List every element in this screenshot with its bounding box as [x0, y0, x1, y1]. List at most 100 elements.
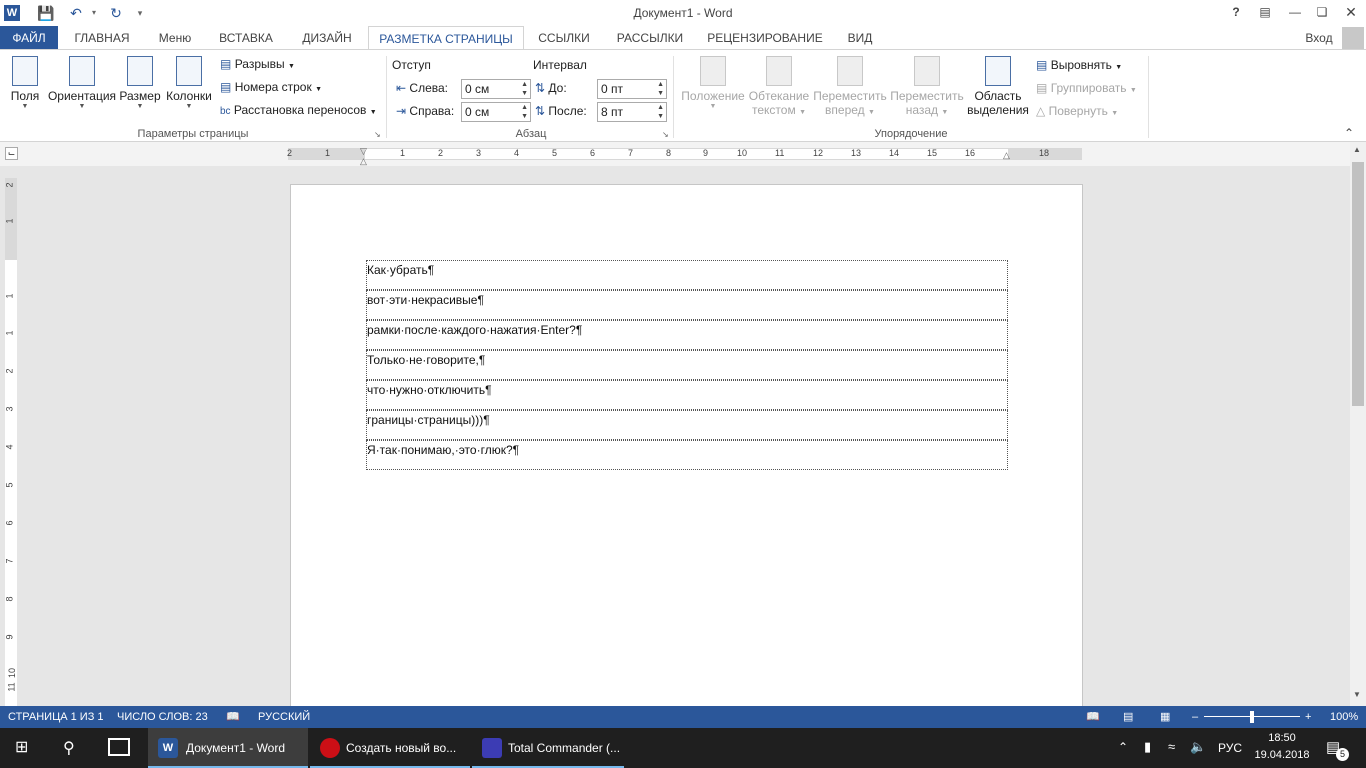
tab-selector-icon[interactable]: ⌙	[5, 147, 18, 160]
restore-button[interactable]: ❏	[1307, 0, 1337, 26]
align-button[interactable]: ▤ Выровнять ▼	[1036, 58, 1122, 72]
selection-pane-button[interactable]: Область выделения	[966, 56, 1030, 117]
ribbon-display-options-icon[interactable]: ▤	[1250, 0, 1280, 26]
tab-design[interactable]: ДИЗАЙН	[292, 26, 362, 50]
show-hidden-icons-icon[interactable]: ⌃	[1118, 740, 1128, 754]
paragraph[interactable]: рамки·после·каждого·нажатия·Enter?¶	[366, 320, 1008, 350]
horizontal-ruler[interactable]: 2 1 1 2 3 4 5 6 7 8 9 10 11 12 13 14 15 …	[287, 146, 1082, 166]
notification-badge: 5	[1336, 748, 1349, 761]
spacing-after-icon: ⇅	[535, 104, 546, 118]
avatar[interactable]	[1342, 27, 1364, 49]
word-app-icon: W	[158, 738, 178, 758]
spinner-arrows-icon[interactable]: ▲ ▼	[521, 103, 528, 121]
proofing-icon[interactable]: 📖	[226, 706, 240, 728]
vertical-ruler[interactable]: 2 1 1 1 2 3 4 5 6 7 8 9 10 11	[5, 178, 17, 706]
position-icon	[700, 56, 726, 86]
print-layout-icon[interactable]: ▤	[1123, 706, 1133, 728]
volume-icon[interactable]: 🔈	[1190, 739, 1206, 755]
close-button[interactable]: ✕	[1336, 0, 1366, 26]
total-commander-app-icon	[482, 738, 502, 758]
tab-insert[interactable]: ВСТАВКА	[210, 26, 282, 50]
chevron-down-icon: ▼	[315, 86, 323, 93]
tab-home[interactable]: ГЛАВНАЯ	[62, 26, 142, 50]
spacing-after-label: ⇅ После:	[535, 104, 587, 118]
breaks-button[interactable]: ▤ Разрывы ▼	[220, 57, 295, 71]
chevron-down-icon: ▼	[1115, 64, 1123, 71]
tab-view[interactable]: ВИД	[836, 26, 884, 50]
spinner-arrows-icon[interactable]: ▲ ▼	[521, 80, 528, 98]
spacing-before-input[interactable]: 0 пт ▲ ▼	[597, 79, 667, 99]
minimize-button[interactable]: —	[1280, 0, 1310, 26]
spacing-after-input[interactable]: 8 пт ▲ ▼	[597, 102, 667, 122]
right-indent-icon[interactable]: △	[1003, 150, 1010, 161]
language-indicator[interactable]: РУССКИЙ	[258, 706, 310, 728]
taskbar-app-word[interactable]: W Документ1 - Word	[148, 728, 308, 768]
paragraph[interactable]: что·нужно·отключить¶	[366, 380, 1008, 410]
indent-left-input[interactable]: 0 см ▲ ▼	[461, 79, 531, 99]
paragraph[interactable]: Только·не·говорите,¶	[366, 350, 1008, 380]
page-count[interactable]: СТРАНИЦА 1 ИЗ 1	[8, 706, 104, 728]
group-button[interactable]: ▤ Группировать ▼	[1036, 81, 1137, 95]
zoom-out-icon[interactable]: –	[1192, 706, 1198, 728]
chevron-down-icon: ▼	[1111, 110, 1119, 117]
tab-page-layout[interactable]: РАЗМЕТКА СТРАНИЦЫ	[368, 26, 524, 50]
spinner-arrows-icon[interactable]: ▲ ▼	[657, 80, 664, 98]
windows-start-icon[interactable]: ⊞	[15, 740, 33, 756]
tab-review[interactable]: РЕЦЕНЗИРОВАНИЕ	[700, 26, 830, 50]
dialog-launcher-icon[interactable]: ↘	[662, 130, 669, 139]
columns-button[interactable]: Колонки ▼	[163, 56, 215, 110]
send-backward-button[interactable]: Переместить назад ▼	[888, 56, 966, 117]
paragraph[interactable]: Я·так·понимаю,·это·глюк?¶	[366, 440, 1008, 470]
group-icon: ▤	[1036, 81, 1048, 95]
rotate-button[interactable]: △ Повернуть ▼	[1036, 104, 1118, 118]
clock-time[interactable]: 18:50	[1254, 732, 1310, 744]
line-numbers-button[interactable]: ▤ Номера строк ▼	[220, 80, 322, 94]
scroll-down-icon[interactable]: ▼	[1353, 690, 1361, 699]
scrollbar-thumb[interactable]	[1352, 162, 1364, 406]
help-button[interactable]: ?	[1221, 0, 1251, 26]
web-layout-icon[interactable]: ▦	[1160, 706, 1170, 728]
word-count[interactable]: ЧИСЛО СЛОВ: 23	[117, 706, 208, 728]
collapse-ribbon-icon[interactable]: ⌃	[1344, 126, 1354, 140]
battery-icon[interactable]: ▮	[1144, 739, 1151, 755]
tab-references[interactable]: ССЫЛКИ	[530, 26, 598, 50]
network-icon[interactable]: ≈	[1168, 739, 1175, 754]
size-button[interactable]: Размер ▼	[118, 56, 162, 110]
tab-mailings[interactable]: РАССЫЛКИ	[606, 26, 694, 50]
margins-button[interactable]: Поля ▼	[6, 56, 44, 110]
tab-menu[interactable]: Меню	[150, 26, 200, 50]
search-icon[interactable]: ⚲	[63, 738, 75, 758]
paragraph[interactable]: границы·страницы)))¶	[366, 410, 1008, 440]
indent-right-input[interactable]: 0 см ▲ ▼	[461, 102, 531, 122]
dialog-launcher-icon[interactable]: ↘	[374, 130, 381, 139]
chevron-down-icon: ▼	[941, 109, 949, 116]
sign-in-link[interactable]: Вход	[1300, 26, 1338, 50]
align-icon: ▤	[1036, 58, 1048, 72]
paragraph[interactable]: Как·убрать¶	[366, 260, 1008, 290]
tab-file[interactable]: ФАЙЛ	[0, 26, 58, 50]
rotate-icon: △	[1036, 104, 1046, 118]
vertical-scrollbar[interactable]: ▲ ▼	[1350, 142, 1366, 706]
input-language[interactable]: РУС	[1218, 741, 1242, 755]
clock-date[interactable]: 19.04.2018	[1252, 749, 1312, 761]
wrap-text-button[interactable]: Обтекание текстом ▼	[746, 56, 812, 117]
zoom-slider-thumb[interactable]	[1250, 711, 1254, 723]
paragraph[interactable]: вот·эти·некрасивые¶	[366, 290, 1008, 320]
hyphenation-button[interactable]: bc Расстановка переносов ▼	[220, 103, 377, 117]
spinner-arrows-icon[interactable]: ▲ ▼	[657, 103, 664, 121]
chevron-down-icon: ▼	[709, 103, 717, 110]
taskbar-app-total-commander[interactable]: Total Commander (...	[472, 728, 624, 768]
task-view-icon[interactable]	[108, 738, 130, 756]
zoom-level[interactable]: 100%	[1330, 706, 1358, 728]
scroll-up-icon[interactable]: ▲	[1353, 145, 1361, 154]
chevron-down-icon: ▼	[799, 109, 806, 116]
bring-forward-button[interactable]: Переместить вперед ▼	[812, 56, 888, 117]
read-mode-icon[interactable]: 📖	[1086, 706, 1100, 728]
orientation-button[interactable]: Ориентация ▼	[46, 56, 118, 110]
columns-icon	[176, 56, 202, 86]
taskbar-app-opera[interactable]: Создать новый во...	[310, 728, 470, 768]
zoom-in-icon[interactable]: +	[1305, 706, 1311, 728]
orientation-icon	[69, 56, 95, 86]
indent-right-icon: ⇥	[396, 104, 407, 118]
position-button[interactable]: Положение ▼	[678, 56, 748, 110]
